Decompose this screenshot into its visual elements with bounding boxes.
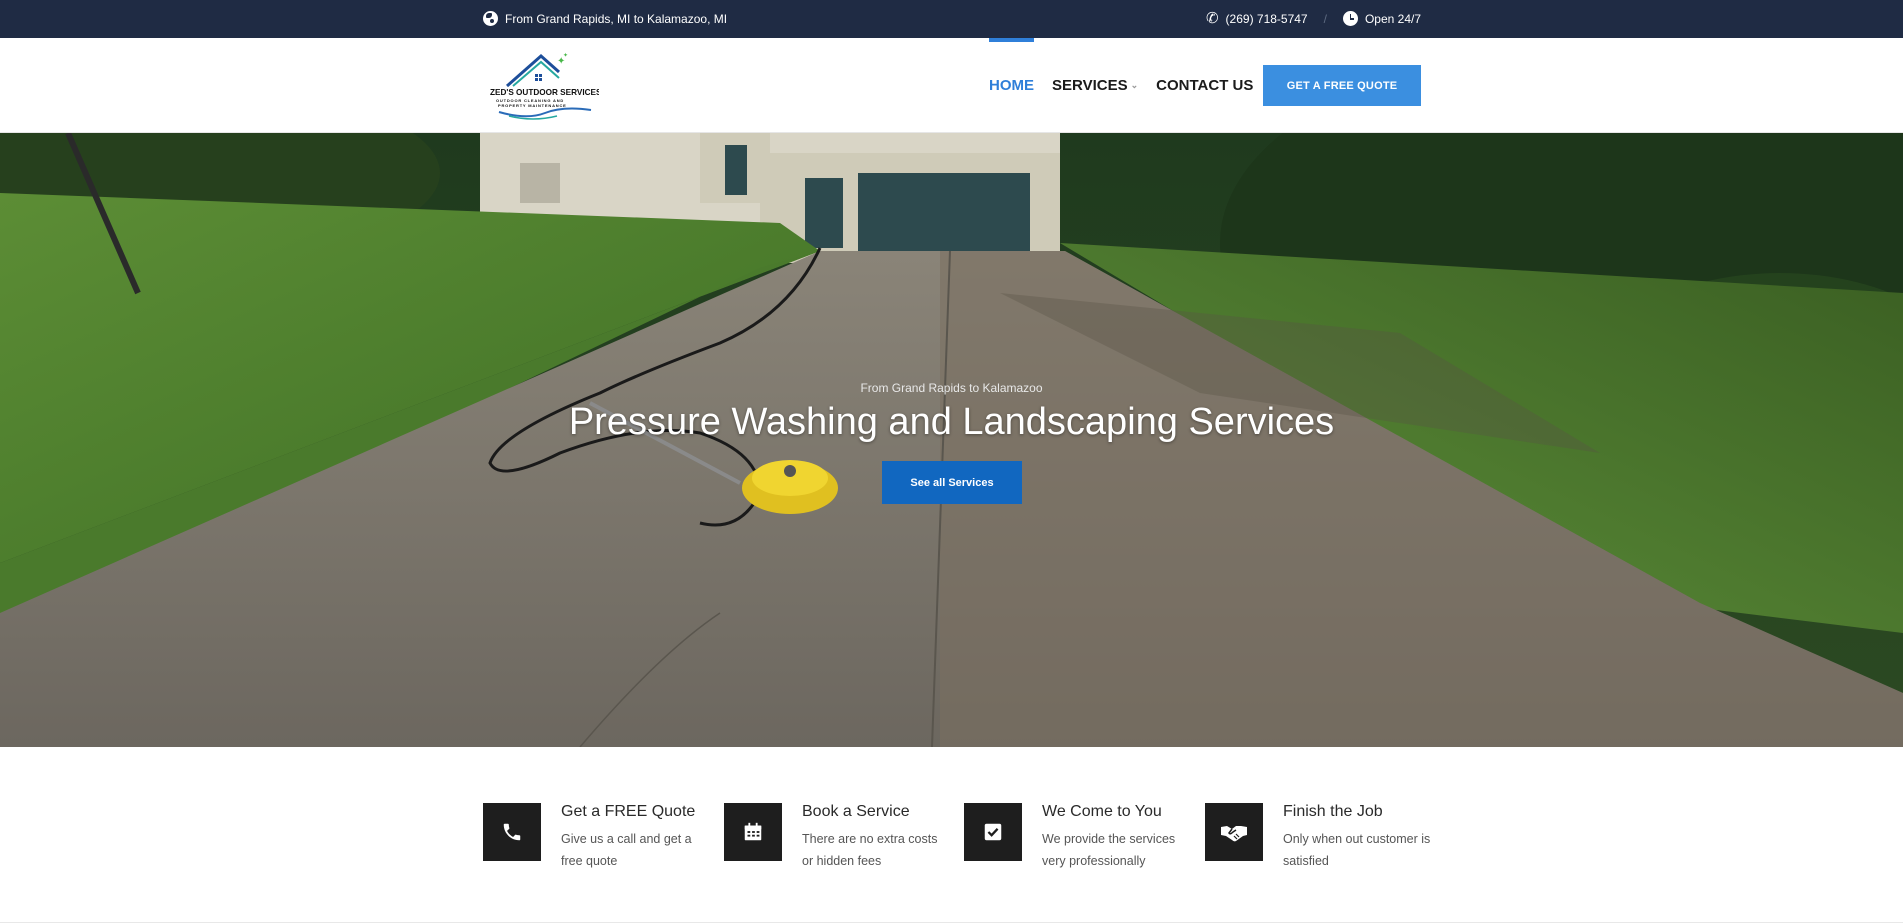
hours-info: Open 24/7	[1342, 11, 1421, 26]
feature-item: Book a Service There are no extra costs …	[724, 803, 954, 873]
see-all-services-button[interactable]: See all Services	[882, 461, 1022, 504]
hero-content: From Grand Rapids to Kalamazoo Pressure …	[0, 133, 1903, 747]
get-quote-button[interactable]: GET A FREE QUOTE	[1263, 65, 1421, 106]
chevron-down-icon: ⌄	[1130, 80, 1139, 90]
hero-section: From Grand Rapids to Kalamazoo Pressure …	[0, 133, 1903, 747]
check-square-icon	[964, 803, 1022, 861]
feature-title: Get a FREE Quote	[561, 803, 696, 820]
divider: /	[1323, 11, 1327, 26]
handshake-icon	[1205, 803, 1263, 861]
top-bar: From Grand Rapids, MI to Kalamazoo, MI ✆…	[0, 0, 1903, 38]
feature-title: Book a Service	[802, 803, 910, 820]
feature-description: We provide the services very professiona…	[1042, 832, 1176, 868]
svg-text:PROPERTY MAINTENANCE: PROPERTY MAINTENANCE	[498, 103, 567, 108]
calendar-icon	[724, 803, 782, 861]
features-section: Get a FREE Quote Give us a call and get …	[0, 747, 1903, 923]
phone-icon: ✆	[1205, 10, 1219, 27]
feature-title: We Come to You	[1042, 803, 1162, 820]
hero-title: Pressure Washing and Landscaping Service…	[568, 401, 1335, 443]
site-header: ✦ ✦ ZED'S OUTDOOR SERVICES OUTDOOR CLEAN…	[0, 38, 1903, 133]
svg-text:ZED'S OUTDOOR SERVICES: ZED'S OUTDOOR SERVICES	[490, 88, 599, 97]
feature-description: There are no extra costs or hidden fees	[802, 832, 938, 868]
phone-icon	[483, 803, 541, 861]
site-logo[interactable]: ✦ ✦ ZED'S OUTDOOR SERVICES OUTDOOR CLEAN…	[487, 50, 602, 120]
nav-contact[interactable]: CONTACT US	[1156, 38, 1253, 133]
feature-item: Finish the Job Only when out customer is…	[1205, 803, 1435, 873]
svg-text:✦: ✦	[563, 52, 568, 59]
contact-info: ✆ (269) 718-5747 / Open 24/7	[1206, 11, 1421, 26]
feature-title: Finish the Job	[1283, 803, 1383, 820]
clock-icon	[1342, 11, 1358, 26]
feature-item: Get a FREE Quote Give us a call and get …	[483, 803, 713, 873]
location-text: From Grand Rapids, MI to Kalamazoo, MI	[505, 11, 728, 26]
phone-info[interactable]: ✆ (269) 718-5747	[1206, 11, 1308, 26]
phone-text[interactable]: (269) 718-5747	[1226, 12, 1308, 26]
globe-icon	[483, 11, 498, 26]
feature-item: We Come to You We provide the services v…	[964, 803, 1194, 873]
location-info: From Grand Rapids, MI to Kalamazoo, MI	[483, 11, 727, 26]
hours-text: Open 24/7	[1364, 11, 1421, 26]
hero-subtitle: From Grand Rapids to Kalamazoo	[860, 381, 1043, 395]
nav-services[interactable]: SERVICES ⌄	[1052, 38, 1138, 133]
nav-services-label: SERVICES	[1052, 77, 1128, 94]
feature-description: Give us a call and get a free quote	[561, 832, 692, 868]
main-nav: HOME SERVICES ⌄ CONTACT US	[989, 38, 1253, 133]
nav-home[interactable]: HOME	[989, 38, 1034, 133]
feature-description: Only when out customer is satisfied	[1283, 832, 1431, 868]
